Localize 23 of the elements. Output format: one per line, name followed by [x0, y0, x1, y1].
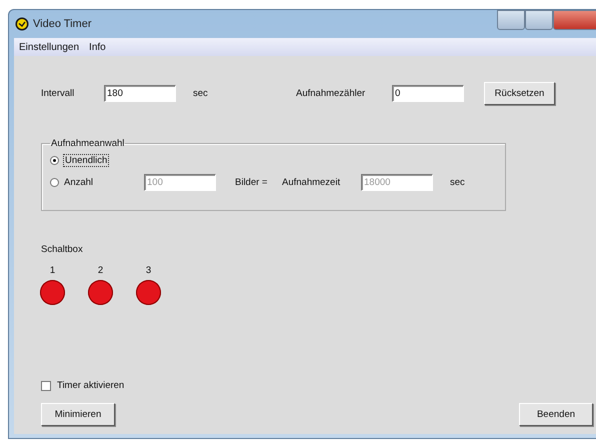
input-field[interactable]: 0	[392, 84, 464, 102]
menu-item[interactable]: Info	[89, 42, 106, 52]
window-title: Video Timer	[33, 18, 92, 30]
group-title: Aufnahmeanwahl	[50, 138, 126, 149]
minimize-button[interactable]	[497, 10, 525, 30]
action-button[interactable]: Beenden	[519, 403, 593, 426]
section-label: Schaltbox	[41, 244, 84, 255]
lamp-number: 2	[98, 265, 104, 276]
reset-button[interactable]: Rücksetzen	[484, 82, 555, 104]
lamp-number: 3	[146, 265, 152, 276]
lamp-number: 1	[50, 265, 56, 276]
unit-label: Bilder =	[235, 176, 268, 188]
field-label: Intervall	[41, 88, 76, 98]
field-label: Aufnahmezähler	[296, 88, 366, 98]
menu-item[interactable]: Einstellungen	[19, 42, 80, 52]
input-field[interactable]: 180	[104, 84, 176, 102]
action-button[interactable]: Minimieren	[41, 403, 115, 426]
unit-label: sec	[193, 88, 209, 98]
checkbox[interactable]	[41, 380, 51, 390]
unit-label: sec	[450, 176, 465, 188]
checkbox-label[interactable]: Timer aktivieren	[57, 380, 124, 391]
maximize-button[interactable]	[525, 10, 553, 30]
field-label: Aufnahmezeit	[282, 176, 342, 188]
